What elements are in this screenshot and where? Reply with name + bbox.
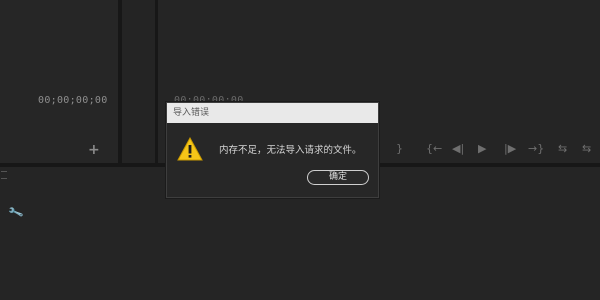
add-icon[interactable]: + [88, 142, 100, 158]
dialog-message: 内存不足，无法导入请求的文件。 [219, 145, 362, 156]
project-panel: 00;00;00;00 + [0, 0, 118, 163]
import-error-dialog: 导入错误 内存不足，无法导入请求的文件。 确定 [166, 102, 379, 198]
play-button[interactable]: ▶ [478, 143, 486, 155]
lift-button[interactable]: ⇆ [558, 143, 567, 155]
step-forward-button[interactable]: |▶ [504, 143, 516, 155]
mark-out-button[interactable]: } [396, 143, 403, 155]
extract-button[interactable]: ⇆ [582, 143, 591, 155]
tools-panel [122, 0, 155, 163]
step-back-button[interactable]: ◀| [452, 143, 464, 155]
warning-triangle-icon [177, 137, 203, 161]
ok-button[interactable]: 确定 [307, 170, 369, 185]
source-timecode: 00;00;00;00 [38, 95, 108, 106]
panel-menu-icon[interactable] [1, 171, 7, 179]
dialog-title: 导入错误 [167, 103, 378, 123]
go-to-in-button[interactable]: {← [426, 143, 442, 155]
go-to-out-button[interactable]: →} [528, 143, 544, 155]
